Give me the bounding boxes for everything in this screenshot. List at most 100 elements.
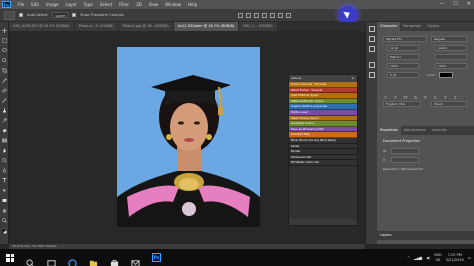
width-field[interactable] <box>391 148 419 154</box>
tab-paragraph[interactable]: Paragraph <box>400 22 424 31</box>
leading-field[interactable]: (Auto) <box>435 45 467 51</box>
dodge-tool-icon[interactable] <box>2 158 7 163</box>
tray-chevron-icon[interactable]: ^ <box>407 256 410 260</box>
tab-libraries[interactable]: Libraries <box>429 126 450 135</box>
superscript-button[interactable]: T' <box>423 95 428 101</box>
notifications-icon[interactable]: ▭ <box>468 256 471 260</box>
color-swatches-icon[interactable] <box>2 229 8 235</box>
paragraph-panel-icon[interactable] <box>369 72 375 78</box>
font-family-select[interactable]: Myriad Pro <box>383 36 427 42</box>
align-left-icon[interactable] <box>261 12 267 18</box>
zoom-tool-icon[interactable] <box>2 218 7 223</box>
pen-tool-icon[interactable] <box>2 168 7 173</box>
align-bottom-icon[interactable] <box>253 12 259 18</box>
language-indicator[interactable]: ENG US <box>434 253 442 262</box>
document-tab-active[interactable]: Ax12 GS0adm @ 16.7% (RGB/8) <box>173 22 240 31</box>
baseline-shift-field[interactable]: 0 pt <box>387 72 419 78</box>
move-tool-icon[interactable] <box>2 28 7 33</box>
mail-icon[interactable] <box>131 253 140 266</box>
clone-stamp-tool-icon[interactable] <box>2 108 7 113</box>
align-top-icon[interactable] <box>237 12 243 18</box>
search-icon[interactable] <box>26 253 35 266</box>
language-select[interactable]: English: USA <box>383 101 421 107</box>
task-view-icon[interactable] <box>47 253 56 266</box>
eraser-tool-icon[interactable] <box>2 128 7 133</box>
panel-menu-icon[interactable]: ≡ <box>352 75 354 82</box>
width-label: W: <box>383 149 387 153</box>
menu-filter[interactable]: Filter <box>116 2 133 7</box>
vertical-scale-field[interactable]: 100% <box>387 63 419 69</box>
blur-tool-icon[interactable] <box>2 148 7 153</box>
swatches-panel-icon[interactable] <box>369 46 375 52</box>
photoshop-taskbar-icon[interactable]: Ps <box>152 253 161 262</box>
minimize-button[interactable]: — <box>439 0 444 9</box>
photoshop-logo: Ps <box>2 1 11 8</box>
marquee-tool-icon[interactable] <box>2 38 7 43</box>
network-icon[interactable]: ▂▄▆ <box>414 256 422 260</box>
menu-select[interactable]: Select <box>96 2 115 7</box>
quick-select-tool-icon[interactable] <box>2 58 7 63</box>
system-tray: ^ ▂▄▆ ◀) ENG US 7:25 PM 3/21/2019 ▭ <box>407 249 471 266</box>
clock-date: 3/21/2019 <box>445 257 464 262</box>
font-size-field[interactable]: 12 pt <box>387 45 419 51</box>
windows-start-icon[interactable] <box>6 253 14 262</box>
tab-adjustments[interactable]: Adjustments <box>401 126 429 135</box>
align-center-icon[interactable] <box>269 12 275 18</box>
tab-character[interactable]: Character <box>377 22 401 31</box>
color-panel-icon[interactable] <box>369 36 375 42</box>
healing-brush-tool-icon[interactable] <box>2 88 7 93</box>
document-tab[interactable]: DSC_1... (RGB/8) <box>239 22 278 31</box>
layers-panel-header[interactable]: Layers <box>377 231 474 240</box>
file-explorer-icon[interactable] <box>89 253 98 266</box>
document-tab[interactable]: Photo-4...% (RGB/8) <box>74 22 119 31</box>
transform-controls-checkbox[interactable] <box>72 13 77 17</box>
menu-edit[interactable]: Edit <box>28 2 43 7</box>
hand-tool-icon[interactable] <box>2 208 7 213</box>
brush-tool-icon[interactable] <box>2 98 7 103</box>
crop-tool-icon[interactable] <box>2 68 7 73</box>
rectangle-tool-icon[interactable] <box>2 198 7 203</box>
menu-window[interactable]: Window <box>162 2 185 7</box>
history-panel-icon[interactable] <box>369 26 375 32</box>
document-tab[interactable]: DSC_4090.JPG @ 16.7% (RGB/8) <box>9 22 75 31</box>
menu-view[interactable]: View <box>145 2 162 7</box>
tab-properties[interactable]: Properties <box>377 126 401 135</box>
menu-3d[interactable]: 3D <box>133 2 146 7</box>
lasso-tool-icon[interactable] <box>2 48 7 53</box>
maximize-button[interactable]: ☐ <box>453 0 457 9</box>
path-selection-tool-icon[interactable] <box>2 188 7 193</box>
align-right-icon[interactable] <box>277 12 283 18</box>
actions-panel-header[interactable]: Actions ≡ <box>289 75 357 82</box>
kerning-field[interactable]: Metrics <box>387 54 419 60</box>
gradient-tool-icon[interactable] <box>2 138 7 143</box>
text-color-swatch[interactable] <box>439 72 453 78</box>
move-tool-preset-icon[interactable] <box>4 10 15 20</box>
store-icon[interactable] <box>110 253 119 266</box>
close-button[interactable]: ✕ <box>467 0 471 9</box>
tab-glyphs[interactable]: Glyphs <box>424 22 442 31</box>
align-middle-icon[interactable] <box>245 12 251 18</box>
height-field[interactable] <box>391 157 419 163</box>
auto-select-dropdown[interactable]: Layer <box>52 12 69 18</box>
auto-select-checkbox[interactable] <box>19 13 23 17</box>
type-tool-icon[interactable] <box>2 178 7 183</box>
character-panel-icon[interactable] <box>369 62 375 68</box>
clock[interactable]: 7:25 PM 3/21/2019 <box>446 253 464 262</box>
eyedropper-tool-icon[interactable] <box>2 78 7 83</box>
menu-type[interactable]: Type <box>80 2 96 7</box>
font-style-select[interactable]: Regular <box>431 36 467 42</box>
document-tab[interactable]: Photo2.jpg @ 16...(RGB/8) <box>118 22 174 31</box>
edge-browser-icon[interactable] <box>68 253 77 266</box>
menu-image[interactable]: Image <box>42 2 62 7</box>
tracking-field[interactable] <box>435 54 467 60</box>
document-photo[interactable] <box>117 47 260 227</box>
antialias-select[interactable]: Sharp <box>431 101 467 107</box>
menu-help[interactable]: Help <box>184 2 200 7</box>
history-brush-tool-icon[interactable] <box>2 118 7 123</box>
menu-layer[interactable]: Layer <box>62 2 80 7</box>
action-item[interactable]: PP Master Action 02 <box>289 160 357 166</box>
menu-file[interactable]: File <box>14 2 28 7</box>
horizontal-scale-field[interactable]: 100% <box>435 63 467 69</box>
volume-icon[interactable]: ◀) <box>426 256 430 260</box>
distribute-icon[interactable] <box>285 12 291 18</box>
